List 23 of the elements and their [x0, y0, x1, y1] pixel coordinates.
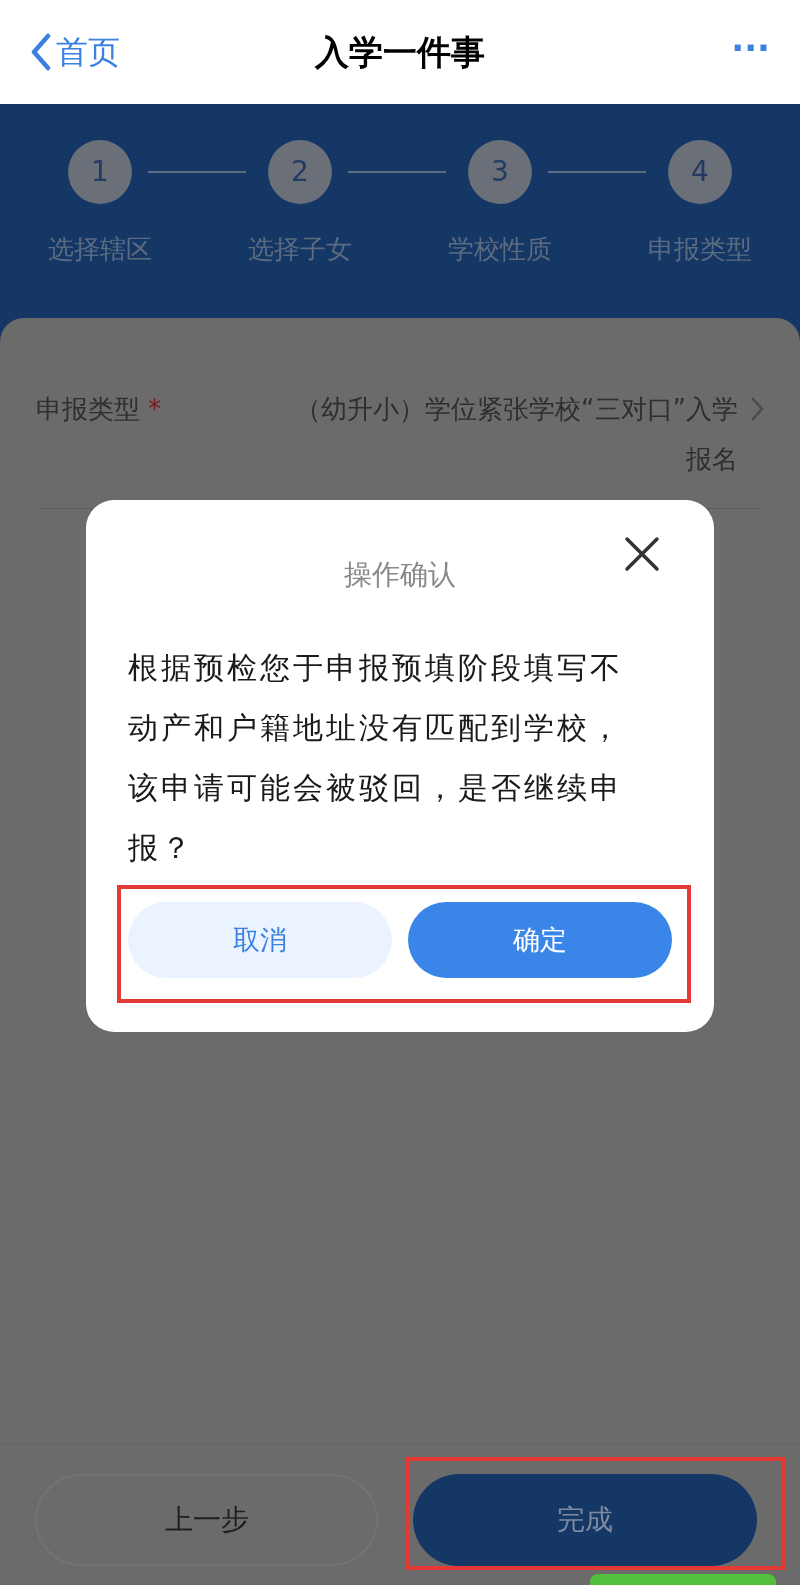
more-button[interactable]: ···	[731, 31, 770, 73]
step-number: 1	[68, 140, 132, 204]
back-button[interactable]: 首页	[30, 28, 120, 76]
step-label: 选择辖区	[48, 233, 152, 266]
back-chevron-icon	[30, 33, 52, 71]
step-number: 2	[268, 140, 332, 204]
dialog-title: 操作确认	[344, 557, 456, 593]
step-label: 学校性质	[448, 233, 552, 266]
field-label: 申报类型	[36, 393, 140, 426]
previous-step-button[interactable]: 上一步	[35, 1474, 378, 1566]
dialog-message: 根据预检您于申报预填阶段填写不动产和户籍地址没有匹配到学校，该申请可能会被驳回，是否继续申报？	[128, 649, 624, 867]
close-icon[interactable]	[624, 536, 660, 572]
chevron-right-icon	[750, 396, 764, 422]
step-number: 4	[668, 140, 732, 204]
page-title: 入学一件事	[315, 30, 485, 74]
required-mark: *	[148, 393, 161, 426]
report-type-select[interactable]: （幼升小）学位紧张学校“三对口”入学报名	[293, 384, 764, 484]
step-label: 选择子女	[248, 233, 352, 266]
step-number: 3	[468, 140, 532, 204]
step-label: 申报类型	[648, 233, 752, 266]
finish-button[interactable]: 完成	[413, 1474, 757, 1566]
confirm-button[interactable]: 确定	[408, 902, 672, 978]
cancel-button[interactable]: 取消	[128, 902, 392, 978]
